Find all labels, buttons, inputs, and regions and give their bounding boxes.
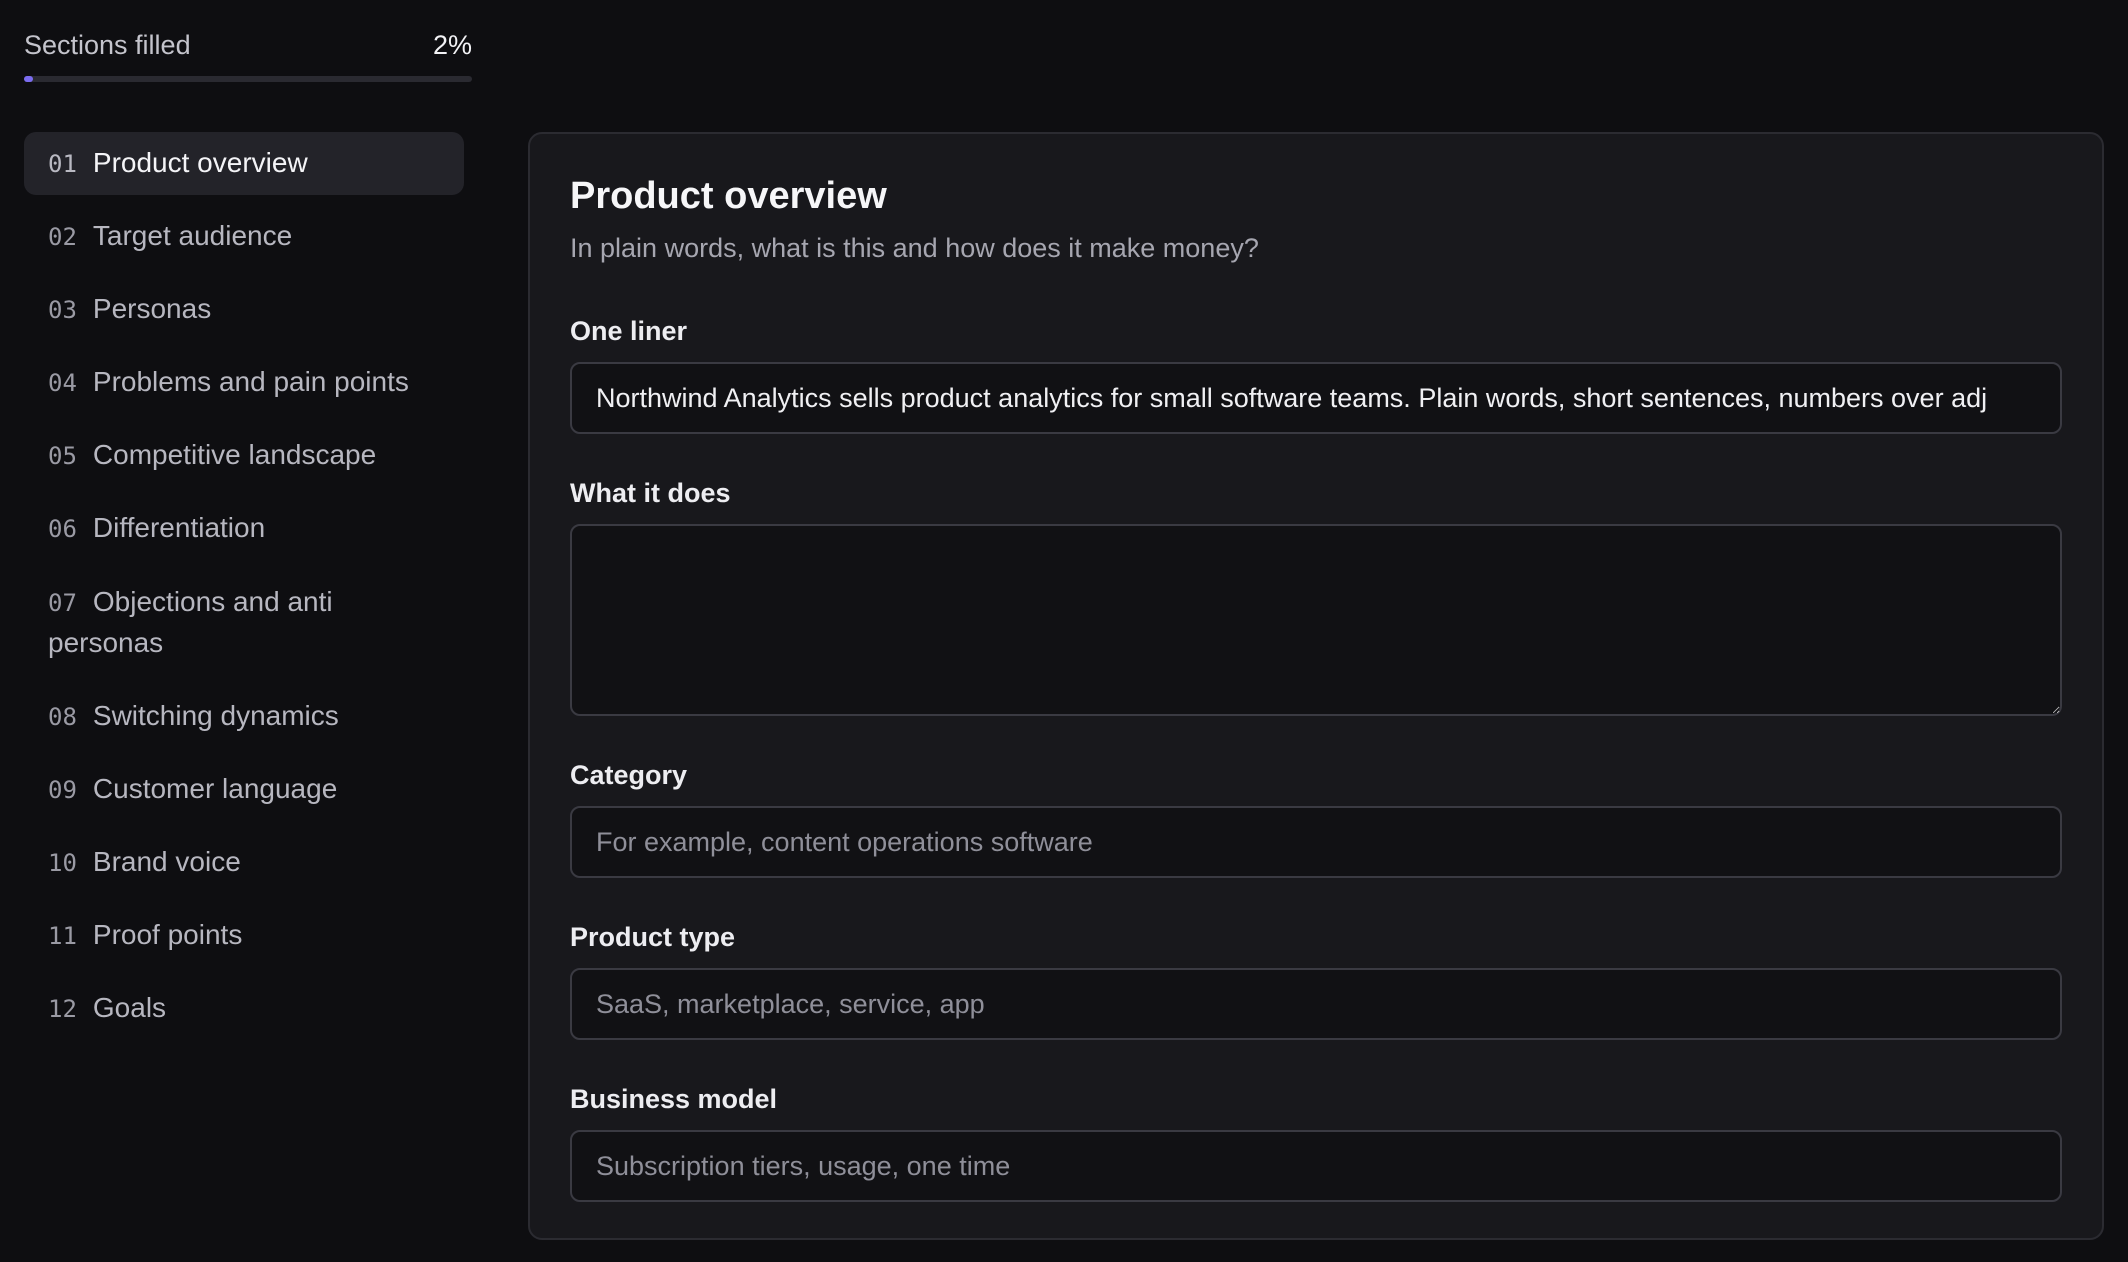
nav-item-number: 10: [48, 849, 77, 877]
nav-item-label: Personas: [92, 293, 212, 324]
one-liner-label: One liner: [570, 316, 688, 346]
one-liner-input[interactable]: [570, 362, 2062, 434]
business-model-field: Business model: [570, 1082, 2062, 1202]
nav-item-objections[interactable]: 07 Objections and anti personas: [24, 570, 364, 675]
nav-item-number: 07: [48, 589, 77, 617]
section-description: In plain words, what is this and how doe…: [570, 233, 1259, 263]
nav-item-number: 03: [48, 296, 77, 324]
progress-fill: [24, 76, 33, 82]
nav-item-label: Customer language: [92, 773, 338, 804]
nav-item-personas[interactable]: 03 Personas: [24, 278, 464, 341]
product-type-input[interactable]: [570, 968, 2062, 1040]
nav-item-number: 04: [48, 369, 77, 397]
nav-item-label: Problems and pain points: [92, 366, 409, 397]
app-root: Sections filled 2% 01 Product overview 02…: [0, 0, 2128, 1262]
nav-item-target-audience[interactable]: 02 Target audience: [24, 205, 464, 268]
nav-item-problems[interactable]: 04 Problems and pain points: [24, 351, 464, 414]
nav-item-number: 06: [48, 515, 77, 543]
nav-item-number: 05: [48, 442, 77, 470]
nav-item-brand-voice[interactable]: 10 Brand voice: [24, 831, 464, 894]
nav-item-label: Competitive landscape: [92, 439, 377, 470]
nav-item-number: 11: [48, 922, 77, 950]
nav-item-competitive-landscape[interactable]: 05 Competitive landscape: [24, 424, 464, 487]
one-liner-field: One liner: [570, 314, 2062, 434]
progress-track: [24, 76, 472, 82]
nav-item-label: Goals: [92, 992, 167, 1023]
nav-item-number: 01: [48, 150, 77, 178]
section-title: Product overview: [570, 175, 887, 217]
business-model-input[interactable]: [570, 1130, 2062, 1202]
progress-label: Sections filled: [24, 29, 191, 60]
nav-item-number: 02: [48, 223, 77, 251]
category-input[interactable]: [570, 806, 2062, 878]
nav-item-customer-language[interactable]: 09 Customer language: [24, 758, 464, 821]
section-nav: 01 Product overview 02 Target audience 03 P…: [24, 132, 464, 1050]
product-type-field: Product type: [570, 920, 2062, 1040]
category-field: Category: [570, 758, 2062, 878]
nav-item-number: 12: [48, 995, 77, 1023]
nav-item-label: Proof points: [92, 919, 243, 950]
nav-item-product-overview[interactable]: 01 Product overview: [24, 132, 464, 195]
nav-item-label: Product overview: [92, 147, 308, 178]
progress-value: 2%: [432, 29, 472, 60]
nav-item-differentiation[interactable]: 06 Differentiation: [24, 497, 464, 560]
nav-item-number: 08: [48, 703, 77, 731]
nav-item-switching-dynamics[interactable]: 08 Switching dynamics: [24, 685, 464, 748]
nav-item-label: Objections and anti personas: [48, 586, 333, 658]
business-model-label: Business model: [570, 1084, 778, 1114]
nav-item-goals[interactable]: 12 Goals: [24, 977, 464, 1040]
what-it-does-field: What it does: [570, 476, 2062, 716]
nav-item-label: Target audience: [92, 220, 293, 251]
section-panel: Product overview In plain words, what is…: [528, 132, 2104, 1240]
what-it-does-label: What it does: [570, 478, 731, 508]
progress-header: Sections filled 2%: [24, 22, 472, 68]
product-type-label: Product type: [570, 922, 736, 952]
category-label: Category: [570, 760, 688, 790]
nav-item-label: Differentiation: [92, 512, 266, 543]
nav-item-number: 09: [48, 776, 77, 804]
nav-item-proof-points[interactable]: 11 Proof points: [24, 904, 464, 967]
sections-progress: Sections filled 2%: [24, 22, 472, 82]
nav-item-label: Switching dynamics: [92, 700, 339, 731]
nav-item-label: Brand voice: [92, 846, 241, 877]
what-it-does-textarea[interactable]: [570, 524, 2062, 716]
